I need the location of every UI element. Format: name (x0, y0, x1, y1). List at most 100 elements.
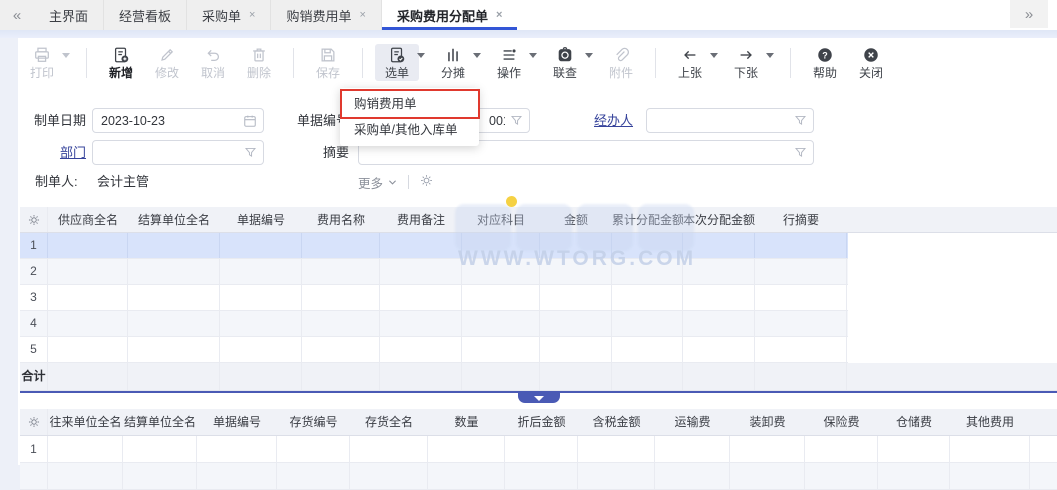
caret-down-icon[interactable] (62, 53, 70, 58)
caret-down-icon[interactable] (766, 53, 774, 58)
column-header: 对应科目 (462, 207, 540, 233)
close-icon[interactable]: × (249, 9, 255, 21)
caret-down-icon[interactable] (710, 53, 718, 58)
row-number[interactable]: 1 (20, 233, 48, 258)
close-icon[interactable]: × (360, 9, 366, 21)
column-header: 本次分配金额 (683, 207, 755, 233)
table-row[interactable]: 4 (20, 311, 848, 337)
doc-date-label: 制单日期 (30, 108, 86, 133)
menu-item-purchase-or-inbound[interactable]: 采购单/其他入库单 (340, 117, 479, 143)
row-number[interactable]: 1 (20, 436, 48, 462)
row-number[interactable]: 5 (20, 337, 48, 362)
edit-button[interactable]: 修改 (145, 44, 189, 81)
table-row[interactable]: 3 (20, 285, 848, 311)
toolbar-separator (655, 48, 656, 78)
column-header: 费用名称 (302, 207, 380, 233)
column-settings-button[interactable] (20, 207, 48, 232)
department-input[interactable] (92, 140, 264, 165)
column-header: 数量 (428, 409, 505, 435)
caret-down-icon[interactable] (585, 53, 593, 58)
column-header: 金额 (540, 207, 612, 233)
operations-button[interactable]: 操作 (487, 44, 531, 81)
caret-down-icon[interactable] (529, 53, 537, 58)
column-header: 单据编号 (197, 409, 277, 435)
creator-value: 会计主管 (97, 172, 149, 192)
document-plus-icon (112, 46, 130, 64)
row-number[interactable]: 3 (20, 285, 48, 310)
doc-date-input[interactable] (92, 108, 264, 133)
select-doc-button[interactable]: 选单 (375, 44, 419, 81)
column-header: 折后金额 (505, 409, 578, 435)
print-button[interactable]: 打印 (20, 44, 64, 81)
column-header: 行摘要 (755, 207, 847, 233)
more-button[interactable]: 更多 (358, 173, 398, 192)
undo-icon (204, 46, 222, 64)
divider (408, 175, 409, 189)
column-header: 装卸费 (730, 409, 805, 435)
add-button[interactable]: 新增 (99, 44, 143, 81)
menu-item-expense-doc[interactable]: 购销费用单 (340, 91, 479, 117)
column-header: 往来单位全名 (48, 409, 123, 435)
table-row[interactable]: 1 (20, 233, 848, 259)
department-link[interactable]: 部门 (30, 140, 86, 165)
row-number[interactable]: 4 (20, 311, 48, 336)
column-settings-button[interactable] (20, 409, 48, 435)
tabs-overflow-icon[interactable]: » (1010, 0, 1048, 28)
toolbar-separator (293, 48, 294, 78)
close-doc-button[interactable]: 关闭 (849, 44, 893, 81)
gear-icon (27, 213, 41, 227)
arrow-left-icon (681, 46, 699, 64)
tab-dashboard[interactable]: 经营看板 (104, 0, 187, 30)
pencil-icon (158, 46, 176, 64)
document-check-icon (388, 46, 406, 64)
allocate-button[interactable]: 分摊 (431, 44, 475, 81)
creator-label: 制单人: (35, 172, 78, 192)
question-circle-icon: ? (816, 46, 834, 64)
tab-main[interactable]: 主界面 (34, 0, 104, 30)
table-row[interactable] (20, 463, 1057, 490)
table-row[interactable]: 1 (20, 436, 1057, 463)
table-row[interactable]: 2 (20, 259, 848, 285)
linked-query-button[interactable]: 联查 (543, 44, 587, 81)
cancel-button[interactable]: 取消 (191, 44, 235, 81)
save-button[interactable]: 保存 (306, 44, 350, 81)
toolbar-separator (362, 48, 363, 78)
tab-purchase-order[interactable]: 采购单× (187, 0, 271, 30)
x-circle-icon (862, 46, 880, 64)
agent-input[interactable] (646, 108, 814, 133)
toolbar-separator (790, 48, 791, 78)
printer-icon (33, 46, 51, 64)
form-settings-button[interactable] (419, 173, 434, 191)
chevron-down-icon (387, 177, 398, 188)
row-number[interactable]: 2 (20, 259, 48, 284)
column-header: 其他费用 (950, 409, 1030, 435)
arrow-right-icon (737, 46, 755, 64)
column-header: 含税金额 (578, 409, 655, 435)
help-button[interactable]: ? 帮助 (803, 44, 847, 81)
chevron-down-icon (534, 396, 544, 401)
next-doc-button[interactable]: 下张 (724, 44, 768, 81)
select-doc-menu: 购销费用单 采购单/其他入库单 (340, 88, 479, 146)
column-header: 结算单位全名 (128, 207, 220, 233)
column-header: 运输费 (655, 409, 730, 435)
column-header: 保险费 (805, 409, 878, 435)
agent-link[interactable]: 经办人 (594, 108, 638, 133)
lens-box-icon (556, 46, 574, 64)
attachment-button[interactable]: 附件 (599, 44, 643, 81)
toolbar: 打印 新增 修改 取消 删除 保存 选单 分摊 操作 联查 (20, 44, 893, 90)
delete-button[interactable]: 删除 (237, 44, 281, 81)
caret-down-icon[interactable] (417, 53, 425, 58)
tab-expense-doc[interactable]: 购销费用单× (271, 0, 381, 30)
tab-expense-allocation[interactable]: 采购费用分配单× (382, 0, 517, 30)
collapse-handle[interactable] (518, 393, 560, 403)
previous-doc-button[interactable]: 上张 (668, 44, 712, 81)
caret-down-icon[interactable] (473, 53, 481, 58)
column-header: 累计分配金额 (612, 207, 683, 233)
tabs-collapse-icon[interactable]: « (0, 0, 34, 30)
table-row[interactable]: 5 (20, 337, 848, 363)
column-header: 供应商全名 (48, 207, 128, 233)
svg-text:?: ? (822, 51, 828, 61)
list-icon (500, 46, 518, 64)
close-icon[interactable]: × (496, 9, 502, 21)
tab-bar: « 主界面 经营看板 采购单× 购销费用单× 采购费用分配单× » (0, 0, 1057, 30)
